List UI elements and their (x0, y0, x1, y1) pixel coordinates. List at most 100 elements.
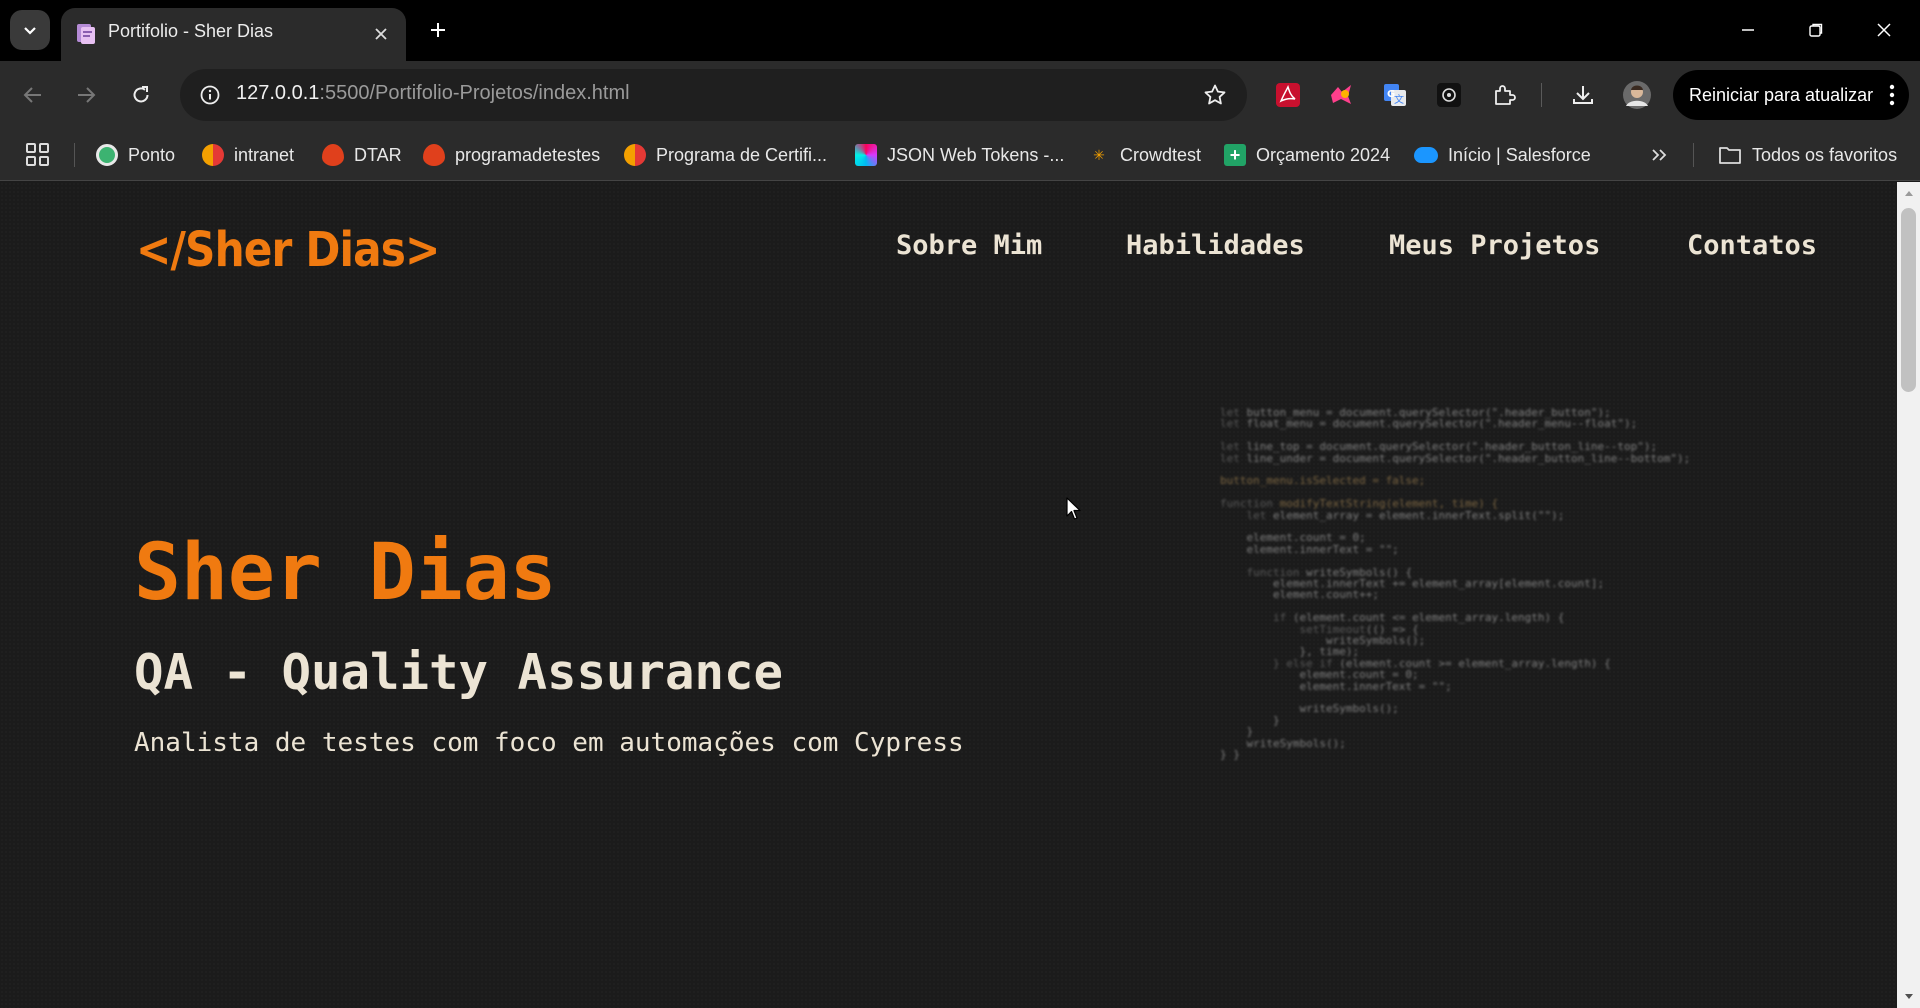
site-info-button[interactable] (194, 79, 226, 111)
tab-close-button[interactable] (368, 21, 394, 47)
code-line: let element_array = element.innerText.sp… (1246, 508, 1565, 522)
bookmark-label: Orçamento 2024 (1256, 144, 1391, 165)
flame-icon (423, 144, 445, 166)
bookmark-label: Ponto (128, 144, 176, 165)
bookmark-label: JSON Web Tokens -... (887, 144, 1065, 165)
hero-description: Analista de testes com foco em automaçõe… (134, 728, 964, 758)
bookmark-intranet[interactable]: intranet (202, 129, 294, 181)
acrobat-icon (1276, 83, 1300, 107)
url-host: 127.0.0.1 (236, 82, 320, 104)
arrow-right-icon (78, 87, 96, 103)
restore-icon (1809, 23, 1823, 37)
forward-button[interactable] (68, 77, 104, 113)
browser-tab-strip: Portifolio - Sher Dias (0, 0, 1920, 61)
code-line: let float_menu = document.querySelector(… (1220, 417, 1638, 431)
page-favicon-icon (77, 24, 95, 44)
arrow-left-icon (23, 87, 41, 103)
bookmark-label: programadetestes (455, 144, 601, 165)
code-line: } } (1220, 748, 1240, 761)
browser-tab[interactable]: Portifolio - Sher Dias (61, 8, 406, 61)
minimize-button[interactable] (1714, 0, 1782, 60)
mouse-cursor-icon (1066, 497, 1081, 520)
bookmark-programadetestes[interactable]: programadetestes (423, 129, 600, 181)
scroll-down-button[interactable] (1897, 986, 1920, 1008)
bookmark-salesforce[interactable]: Início | Salesforce (1414, 129, 1591, 181)
bookmark-programa-certificacao[interactable]: Programa de Certifi... (624, 129, 827, 181)
extension-dark-button[interactable] (1432, 78, 1466, 112)
all-bookmarks-button[interactable]: Todos os favoritos (1718, 129, 1897, 181)
translate-icon: G文 (1384, 84, 1406, 106)
triangle-up-icon (1904, 191, 1913, 196)
bookmark-orcamento-2024[interactable]: + Orçamento 2024 (1224, 129, 1390, 181)
url-text: 127.0.0.1:5500/Portifolio-Projetos/index… (236, 82, 630, 105)
hero-role: QA - Quality Assurance (134, 644, 784, 701)
code-line: element.innerText = ""; (1220, 679, 1452, 693)
extension-translate-button[interactable]: G文 (1378, 78, 1412, 112)
bookmark-ponto[interactable]: Ponto (96, 129, 175, 181)
browser-toolbar: 127.0.0.1:5500/Portifolio-Projetos/index… (0, 61, 1920, 129)
bookmark-crowdtest[interactable]: ✳ Crowdtest (1088, 129, 1201, 181)
close-window-icon (1877, 23, 1891, 37)
extension-acrobat-button[interactable] (1271, 78, 1305, 112)
tab-search-button[interactable] (10, 10, 50, 50)
flame-icon (322, 144, 344, 166)
bookmark-label: Crowdtest (1120, 144, 1202, 165)
address-bar[interactable]: 127.0.0.1:5500/Portifolio-Projetos/index… (180, 69, 1247, 121)
hero-name: Sher Dias (134, 528, 557, 618)
double-chevron-right-icon (1652, 149, 1667, 161)
code-line: element.count++; (1220, 588, 1379, 602)
restart-label: Reiniciar para atualizar (1689, 84, 1874, 105)
chevron-down-icon (24, 27, 36, 35)
ponto-favicon-icon (96, 144, 118, 166)
close-icon (375, 28, 387, 40)
bookmark-label: Programa de Certifi... (656, 144, 828, 165)
clickup-icon (1331, 85, 1351, 104)
bookmark-label: Início | Salesforce (1448, 144, 1591, 165)
sheets-favicon-icon: + (1224, 144, 1246, 166)
folder-icon (1719, 147, 1741, 164)
reload-button[interactable] (123, 77, 159, 113)
site-logo[interactable]: </Sher Dias> (136, 222, 440, 278)
scroll-up-button[interactable] (1897, 182, 1920, 204)
info-icon (200, 85, 220, 105)
toolbar-separator (1541, 83, 1542, 107)
crowdtest-favicon-icon: ✳ (1093, 147, 1105, 163)
restart-to-update-button[interactable]: Reiniciar para atualizar (1673, 70, 1909, 120)
jwt-favicon-icon (855, 144, 877, 166)
certificacao-favicon-icon (624, 144, 646, 166)
intranet-favicon-icon (202, 144, 224, 166)
code-line: button_menu.isSelected = false; (1220, 474, 1426, 488)
salesforce-cloud-icon (1414, 147, 1438, 163)
code-line: let line_under = document.querySelector(… (1220, 451, 1691, 465)
downloads-button[interactable] (1566, 78, 1600, 112)
bookmarks-bar: Ponto intranet DTAR programadetestes Pro… (0, 129, 1920, 181)
page-scrollbar[interactable] (1897, 182, 1920, 1008)
nav-link-habilidades[interactable]: Habilidades (1126, 230, 1305, 261)
nav-link-meus-projetos[interactable]: Meus Projetos (1389, 230, 1600, 261)
profile-avatar-button[interactable] (1620, 78, 1654, 112)
more-bookmarks-button[interactable] (1645, 141, 1673, 169)
nav-link-sobre-mim[interactable]: Sobre Mim (896, 230, 1042, 261)
apps-grid-icon[interactable] (24, 141, 52, 169)
plus-icon (431, 23, 445, 37)
all-bookmarks-label: Todos os favoritos (1752, 144, 1898, 165)
back-button[interactable] (15, 77, 51, 113)
restore-button[interactable] (1782, 0, 1850, 60)
star-icon (1204, 84, 1226, 105)
scroll-thumb[interactable] (1901, 208, 1916, 392)
bookmark-label: intranet (234, 144, 295, 165)
close-window-button[interactable] (1850, 0, 1918, 60)
extension-clickup-button[interactable] (1324, 78, 1358, 112)
page-viewport: </Sher Dias> Sobre Mim Habilidades Meus … (0, 182, 1897, 1008)
triangle-down-icon (1904, 994, 1913, 999)
tab-title: Portifolio - Sher Dias (108, 21, 274, 41)
puzzle-icon (1495, 85, 1516, 105)
bookmark-json-web-tokens[interactable]: JSON Web Tokens -... (855, 129, 1064, 181)
new-tab-button[interactable] (420, 12, 456, 48)
extensions-button[interactable] (1487, 78, 1521, 112)
bookmark-dtar[interactable]: DTAR (322, 129, 402, 181)
minimize-icon (1742, 29, 1754, 31)
nav-link-contatos[interactable]: Contatos (1687, 230, 1817, 261)
reload-icon (133, 86, 149, 103)
bookmark-star-button[interactable] (1201, 81, 1229, 109)
